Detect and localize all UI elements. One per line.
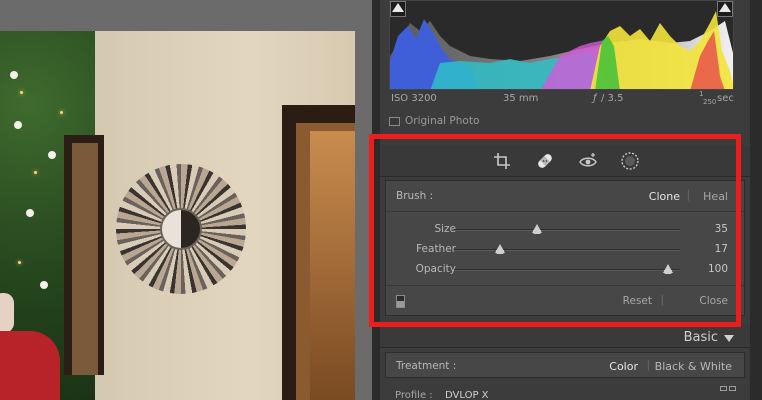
panel-left-edge: [372, 0, 380, 400]
right-doorway-light: [310, 131, 355, 400]
original-photo-row[interactable]: Original Photo: [389, 114, 734, 130]
profile-browser-icon[interactable]: [729, 386, 736, 391]
shutter-denominator: 250: [703, 98, 717, 106]
size-slider-thumb[interactable]: [531, 224, 542, 234]
size-slider-track[interactable]: [454, 224, 680, 234]
exif-info-row: ISO 3200 35 mm ƒ / 3.5 1 250 sec: [389, 90, 734, 108]
divider: [386, 285, 744, 286]
left-doorway: [72, 143, 98, 375]
clone-mode-button[interactable]: Clone: [649, 190, 680, 203]
brush-label: Brush :: [396, 190, 434, 202]
shutter-unit: sec: [717, 93, 734, 104]
person-red-sweater: [0, 331, 60, 400]
tool-strip: [380, 145, 750, 177]
aperture-value: / 3.5: [601, 93, 624, 104]
tree-light: [60, 111, 63, 114]
reset-button[interactable]: Reset: [623, 295, 652, 307]
mode-divider: |: [686, 189, 690, 201]
original-photo-label: Original Photo: [405, 115, 480, 127]
profile-dropdown[interactable]: DVLOP X: [445, 390, 489, 400]
tree-light: [20, 91, 23, 94]
profile-row: Profile : DVLOP X: [385, 381, 745, 400]
mirror-center: [160, 208, 202, 250]
histogram[interactable]: [389, 0, 734, 90]
opacity-slider-track[interactable]: [454, 264, 680, 274]
spot-removal-panel: Brush : Clone | Heal Size 35 Feather 17: [385, 180, 745, 316]
red-eye-tool-icon[interactable]: [578, 151, 598, 171]
focal-length-value: 35 mm: [503, 93, 539, 104]
iso-value: ISO 3200: [391, 93, 437, 104]
tree-light: [18, 261, 21, 264]
feather-value[interactable]: 17: [688, 243, 728, 255]
develop-right-panel: ISO 3200 35 mm ƒ / 3.5 1 250 sec Origina…: [372, 0, 762, 400]
crop-tool-icon[interactable]: [492, 151, 512, 171]
opacity-label: Opacity: [415, 263, 456, 275]
before-after-toggle-icon[interactable]: [396, 295, 405, 308]
footer-divider: |: [660, 294, 664, 306]
aperture-symbol: ƒ: [593, 93, 597, 104]
heal-mode-button[interactable]: Heal: [703, 190, 728, 203]
treatment-divider: |: [646, 359, 650, 371]
spot-removal-tool-icon[interactable]: [535, 151, 555, 171]
size-label: Size: [434, 223, 456, 235]
shadow-clipping-icon: [392, 3, 404, 12]
feather-slider-track[interactable]: [454, 244, 680, 254]
basic-panel-header[interactable]: Basic: [380, 326, 750, 348]
close-button[interactable]: Close: [699, 295, 728, 307]
ornament: [10, 71, 18, 79]
histogram-graph: [390, 11, 733, 89]
highlight-clipping-icon: [719, 3, 731, 12]
original-photo-checkbox[interactable]: [389, 117, 400, 126]
divider: [386, 211, 744, 212]
treatment-row: Treatment : Color | Black & White: [385, 352, 745, 378]
opacity-value[interactable]: 100: [688, 263, 728, 275]
collapse-triangle-icon[interactable]: [724, 335, 734, 342]
tree-light: [34, 171, 37, 174]
feather-label: Feather: [416, 243, 456, 255]
treatment-label: Treatment :: [396, 360, 457, 372]
treatment-bw-button[interactable]: Black & White: [655, 360, 732, 373]
profile-browser-icon[interactable]: [720, 386, 727, 391]
lightroom-develop-window: ISO 3200 35 mm ƒ / 3.5 1 250 sec Origina…: [0, 0, 762, 400]
profile-label: Profile :: [395, 390, 433, 400]
feather-slider-thumb[interactable]: [495, 244, 506, 254]
ornament: [40, 281, 48, 289]
opacity-slider-thumb[interactable]: [663, 264, 673, 274]
photo-canvas[interactable]: [0, 0, 372, 400]
ornament: [14, 121, 22, 129]
panel-scrollbar[interactable]: [750, 0, 762, 400]
mask-tool-icon[interactable]: [620, 151, 640, 171]
shutter-numerator: 1: [699, 90, 704, 98]
treatment-color-button[interactable]: Color: [609, 360, 638, 373]
ornament: [48, 151, 56, 159]
size-value[interactable]: 35: [688, 223, 728, 235]
basic-panel-title: Basic: [683, 330, 718, 345]
person-head: [0, 293, 14, 333]
photo-image[interactable]: [0, 31, 355, 400]
ornament: [26, 209, 34, 217]
